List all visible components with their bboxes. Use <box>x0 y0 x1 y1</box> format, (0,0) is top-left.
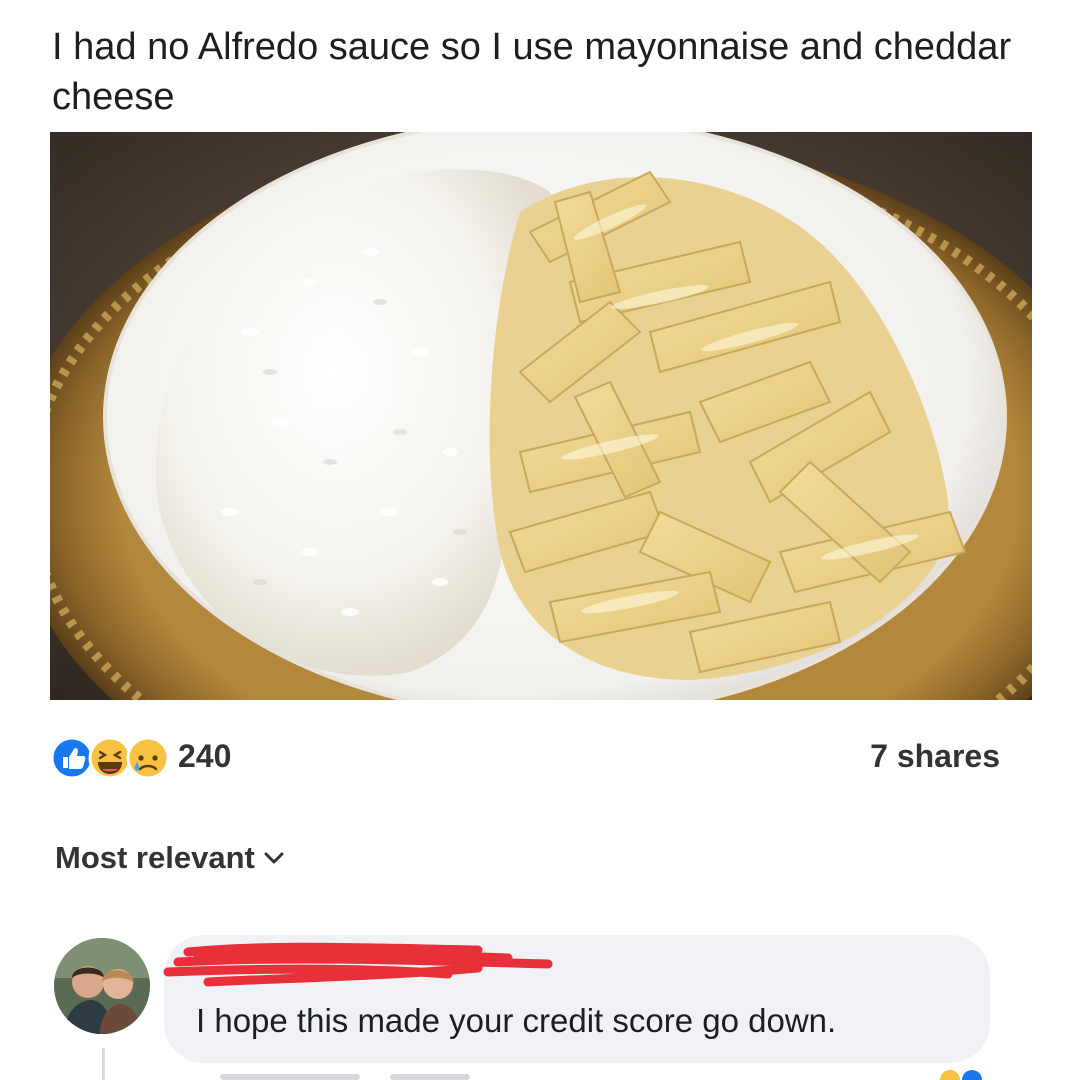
post-photo[interactable] <box>50 132 1032 700</box>
post-text: I had no Alfredo sauce so I use mayonnai… <box>52 26 1012 118</box>
comment-text: I hope this made your credit score go do… <box>196 1002 837 1039</box>
sad-icon <box>126 736 170 780</box>
avatar[interactable] <box>54 938 150 1034</box>
redaction-scribble <box>163 942 553 987</box>
sort-label: Most relevant <box>55 840 255 875</box>
like-icon <box>50 736 94 780</box>
comment-sort-dropdown[interactable]: Most relevant <box>55 840 285 876</box>
reaction-icons[interactable] <box>50 736 180 780</box>
thread-line <box>102 1048 105 1080</box>
reaction-count[interactable]: 240 <box>178 738 231 775</box>
shares-count[interactable]: 7 shares <box>870 738 1000 775</box>
comment-actions-cutoff <box>220 1070 982 1080</box>
chevron-down-icon <box>264 852 284 864</box>
reaction-bar: 240 7 shares <box>50 728 1000 788</box>
haha-icon <box>88 736 132 780</box>
